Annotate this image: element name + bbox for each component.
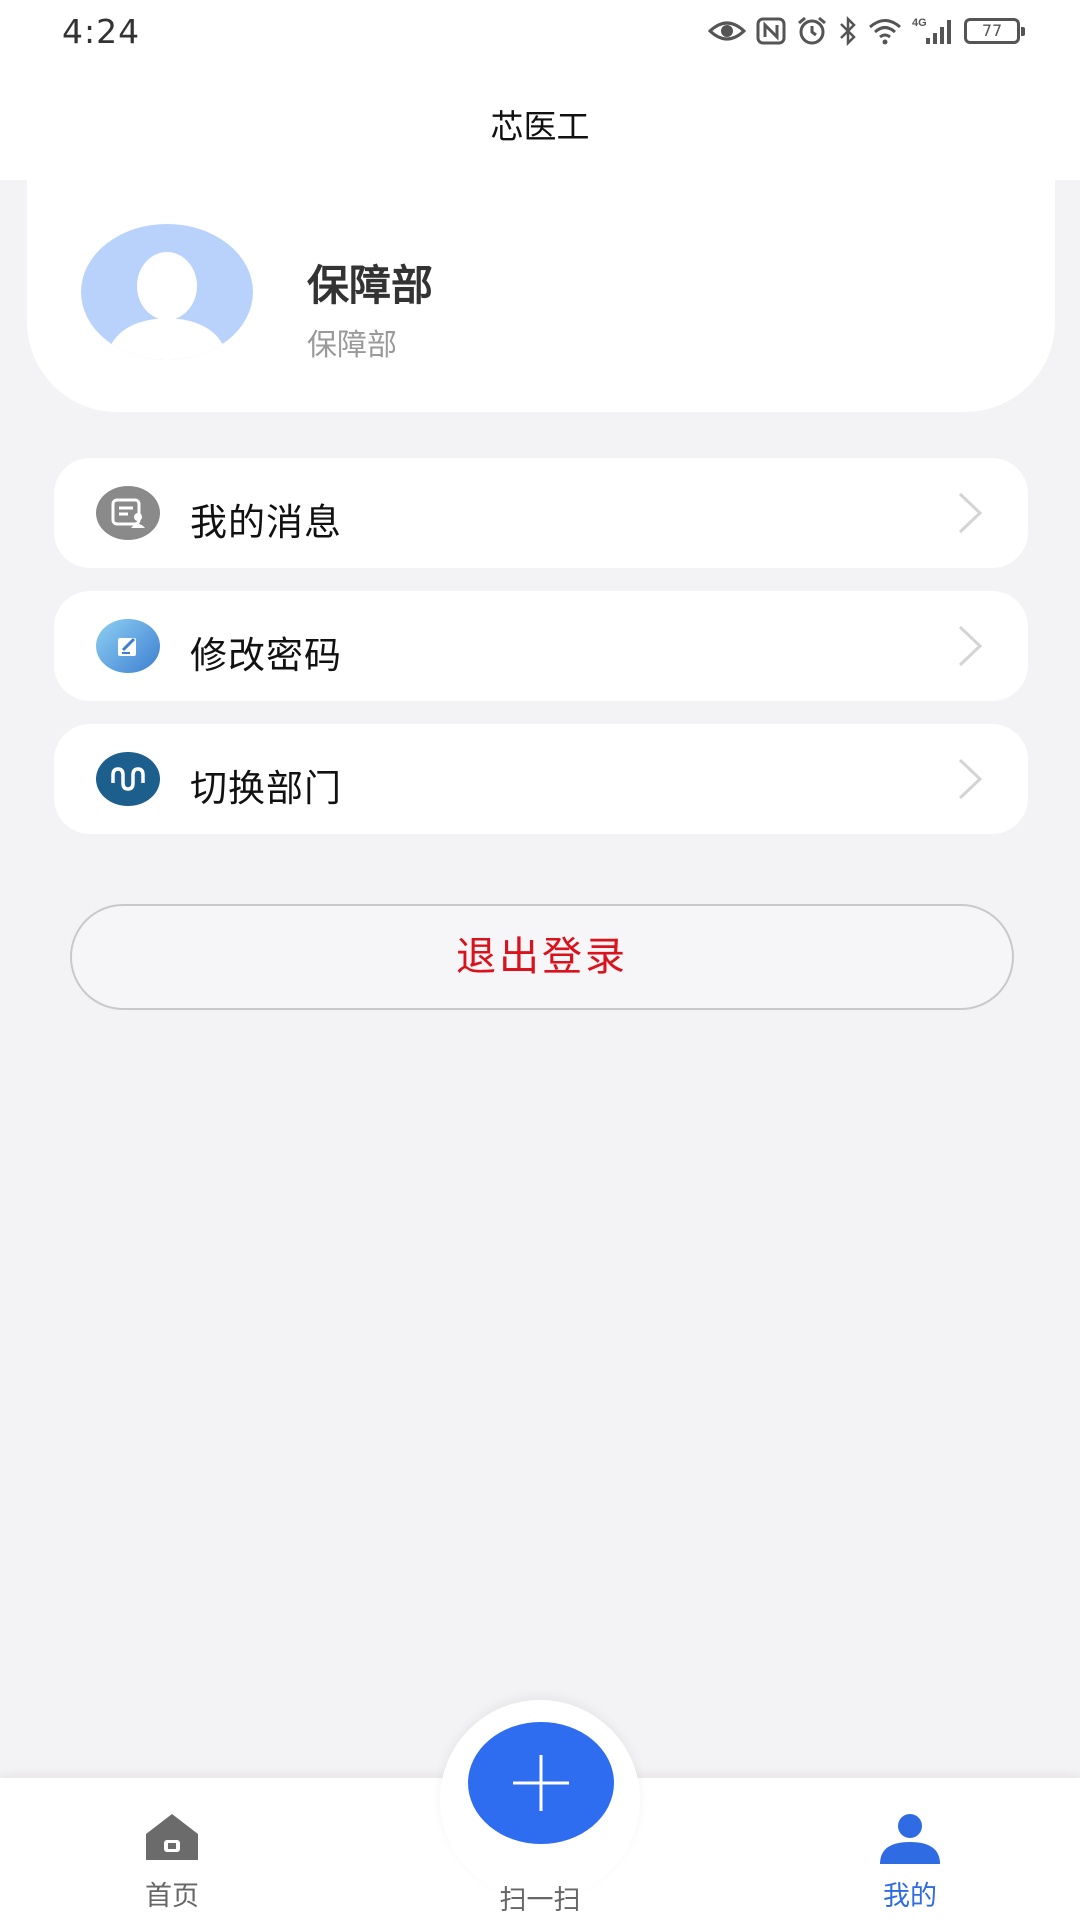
tab-home-label: 首页 — [145, 1881, 199, 1912]
edit-password-icon — [96, 619, 160, 673]
menu-label: 修改密码 — [190, 634, 342, 677]
svg-text:4G: 4G — [912, 17, 927, 29]
avatar[interactable] — [81, 224, 253, 360]
wifi-icon — [869, 19, 901, 45]
profile-name: 保障部 — [307, 261, 434, 310]
menu-item-switch-department[interactable]: 切换部门 — [54, 724, 1028, 834]
scan-label: 扫一扫 — [499, 1885, 581, 1916]
menu-item-change-password[interactable]: 修改密码 — [54, 591, 1028, 701]
status-time: 4:24 — [62, 12, 141, 51]
switch-department-icon — [96, 752, 160, 806]
status-icons: 4G 77 — [708, 14, 1025, 48]
tab-mine-label: 我的 — [883, 1881, 937, 1912]
app-header: 芯医工 — [0, 62, 1080, 180]
menu-item-messages[interactable]: 我的消息 — [54, 458, 1028, 568]
chevron-right-icon — [958, 625, 983, 667]
profile-department: 保障部 — [307, 328, 397, 363]
status-bar: 4:24 4G 77 — [0, 0, 1080, 62]
chevron-right-icon — [958, 492, 983, 534]
battery-icon: 77 — [964, 18, 1025, 44]
nfc-icon — [756, 17, 786, 45]
tab-mine[interactable]: 我的 — [810, 1778, 1010, 1920]
signal-icon: 4G — [912, 17, 951, 44]
logout-button[interactable]: 退出登录 — [70, 904, 1014, 1010]
bluetooth-icon — [840, 16, 856, 46]
tab-home[interactable]: 首页 — [72, 1778, 272, 1920]
chevron-right-icon — [958, 758, 983, 800]
eye-icon — [708, 21, 746, 41]
user-icon — [880, 1814, 940, 1864]
user-avatar-icon — [105, 252, 229, 360]
menu-label: 切换部门 — [190, 767, 342, 810]
scan-button[interactable] — [468, 1722, 614, 1844]
home-icon — [146, 1814, 198, 1860]
message-icon — [96, 486, 160, 540]
page-title: 芯医工 — [490, 107, 590, 146]
plus-icon — [513, 1755, 569, 1811]
profile-card: 保障部 保障部 — [27, 170, 1055, 412]
alarm-icon — [798, 16, 826, 45]
menu-label: 我的消息 — [190, 501, 342, 544]
